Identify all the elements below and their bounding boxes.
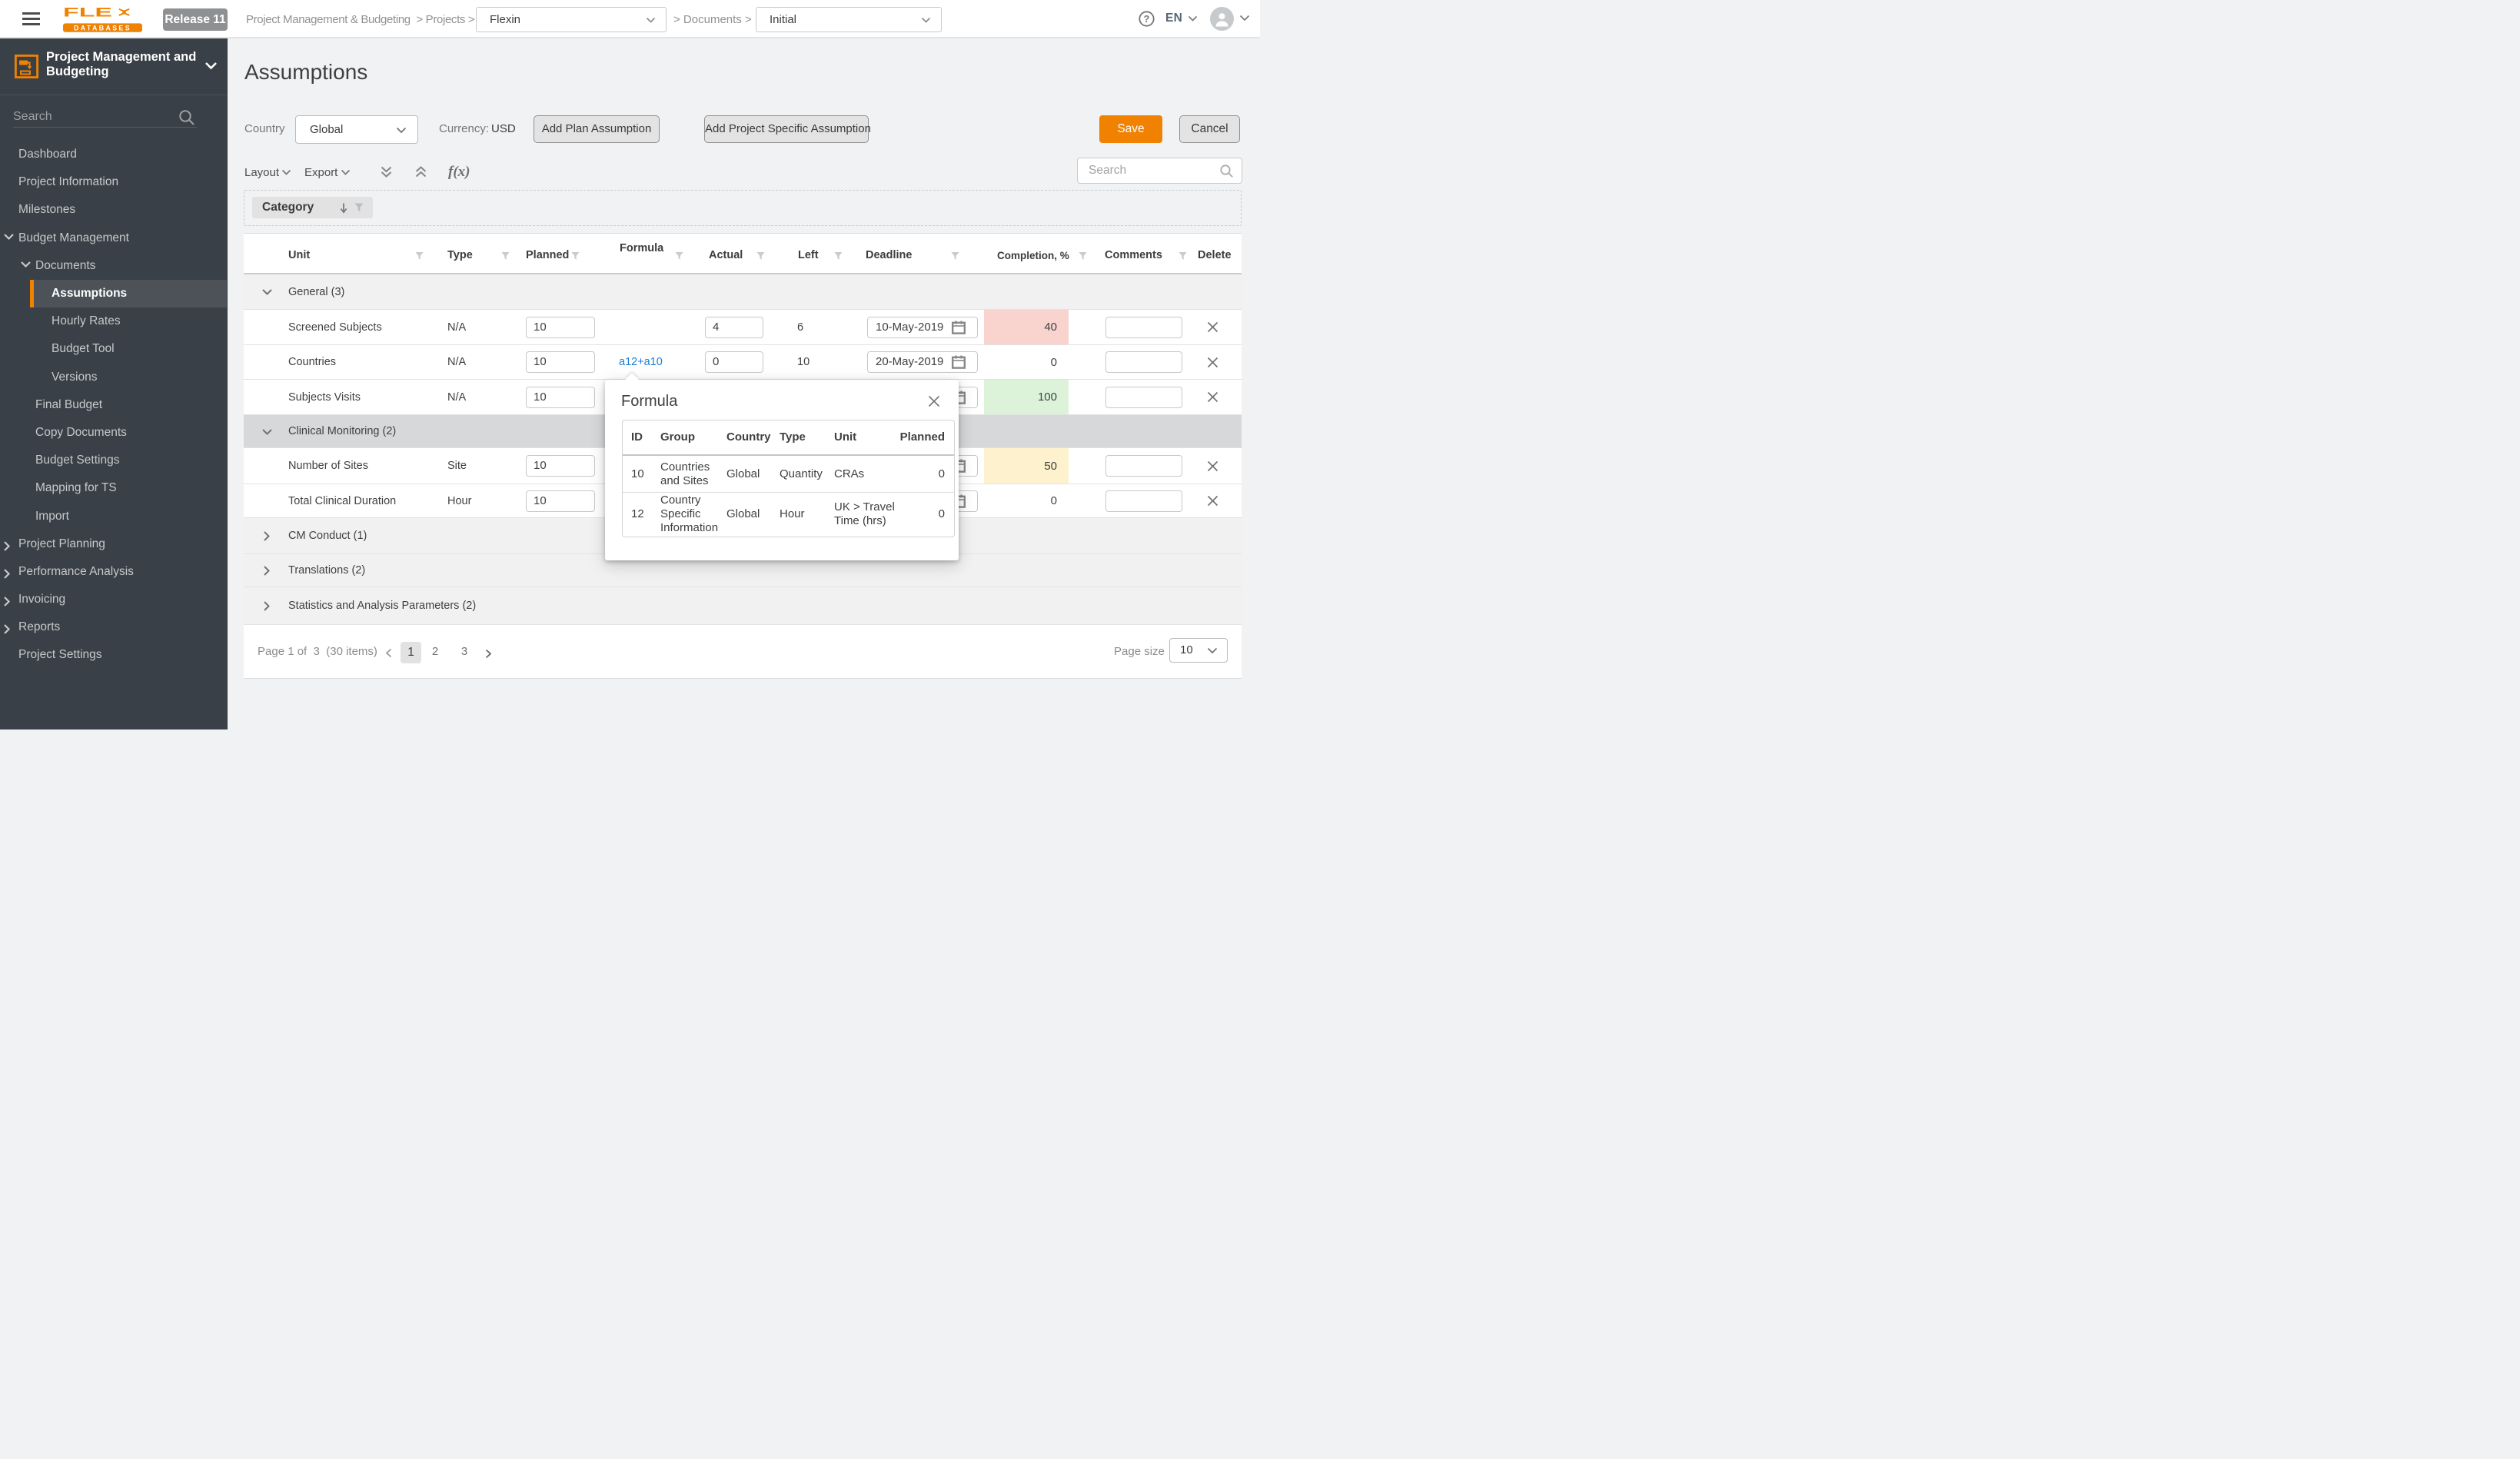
svg-text:?: ? [1144, 14, 1150, 25]
svg-text:FLE: FLE [63, 7, 112, 20]
svg-text:DATABASES: DATABASES [74, 24, 131, 32]
svg-text:><: >< [118, 7, 130, 20]
